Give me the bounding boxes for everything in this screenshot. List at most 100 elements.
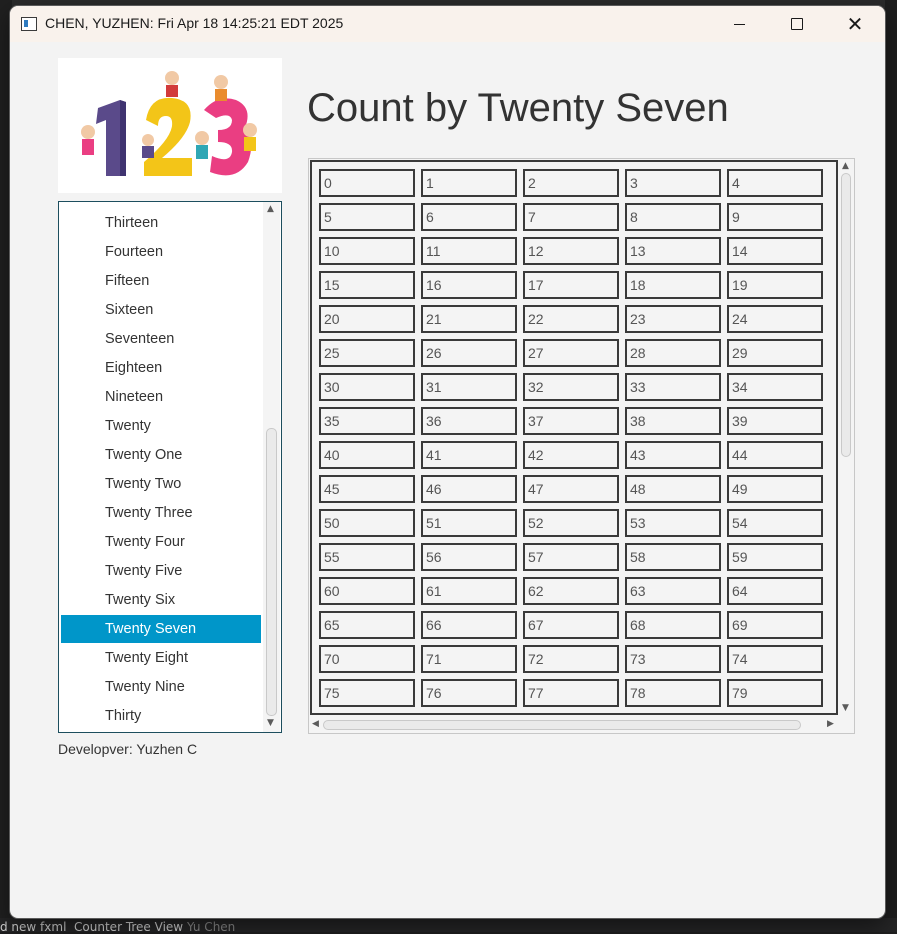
developer-label: Developver: Yuzhen C — [58, 741, 198, 757]
page-title: Count by Twenty Seven — [307, 86, 729, 130]
grid-cell: 7 — [523, 203, 619, 231]
grid-cell: 22 — [523, 305, 619, 333]
grid-cell: 12 — [523, 237, 619, 265]
grid-cell: 70 — [319, 645, 415, 673]
grid-cell: 68 — [625, 611, 721, 639]
grid-cell: 0 — [319, 169, 415, 197]
list-item[interactable]: Nineteen — [61, 383, 261, 411]
grid-cell: 47 — [523, 475, 619, 503]
grid-cell: 56 — [421, 543, 517, 571]
grid-cell: 24 — [727, 305, 823, 333]
scroll-corner — [838, 716, 854, 733]
list-item[interactable]: Sixteen — [61, 296, 261, 324]
list-vertical-scrollbar[interactable]: ▲ ▼ — [263, 202, 280, 732]
grid-cell: 20 — [319, 305, 415, 333]
scroll-right-icon[interactable]: ▶ — [827, 719, 834, 729]
grid-cell: 52 — [523, 509, 619, 537]
scrollbar-thumb[interactable] — [323, 720, 801, 730]
list-item[interactable]: Twenty Four — [61, 528, 261, 556]
grid-cell: 59 — [727, 543, 823, 571]
grid-cell: 74 — [727, 645, 823, 673]
grid-cell: 26 — [421, 339, 517, 367]
grid-cell: 69 — [727, 611, 823, 639]
grid-cell: 6 — [421, 203, 517, 231]
minimize-button[interactable] — [710, 6, 768, 42]
grid-cell: 2 — [523, 169, 619, 197]
list-item[interactable]: Twenty One — [61, 441, 261, 469]
scrollbar-thumb[interactable] — [841, 173, 851, 457]
grid-cell: 41 — [421, 441, 517, 469]
scrollbar-thumb[interactable] — [266, 428, 277, 716]
app-icon — [21, 17, 37, 31]
kids-123-image — [58, 58, 282, 193]
minimize-icon — [733, 23, 745, 25]
grid-cell: 61 — [421, 577, 517, 605]
numbers-illustration — [58, 58, 282, 193]
grid-cell: 45 — [319, 475, 415, 503]
grid-cell: 55 — [319, 543, 415, 571]
list-item[interactable]: Thirteen — [61, 209, 261, 237]
list-item[interactable]: Twenty Three — [61, 499, 261, 527]
scroll-down-icon[interactable]: ▼ — [842, 703, 849, 713]
list-item[interactable]: Twenty Nine — [61, 673, 261, 701]
list-item[interactable]: Twenty — [61, 412, 261, 440]
grid-cell: 53 — [625, 509, 721, 537]
number-grid: 0 1 2 3 4 5 6 7 8 9 10 11 12 13 14 15 16 17 18 19 20 21 22 23 24… — [310, 160, 838, 715]
grid-cell: 40 — [319, 441, 415, 469]
list-item[interactable]: Twenty Six — [61, 586, 261, 614]
scroll-up-icon[interactable]: ▲ — [842, 161, 849, 171]
grid-cell: 64 — [727, 577, 823, 605]
grid-cell: 49 — [727, 475, 823, 503]
grid-cell: 48 — [625, 475, 721, 503]
list-item[interactable]: Thirty — [61, 702, 261, 730]
scroll-up-icon[interactable]: ▲ — [267, 204, 274, 214]
grid-cell: 76 — [421, 679, 517, 707]
grid-cell: 9 — [727, 203, 823, 231]
grid-cell: 29 — [727, 339, 823, 367]
grid-cell: 51 — [421, 509, 517, 537]
grid-cell: 58 — [625, 543, 721, 571]
grid-cell: 32 — [523, 373, 619, 401]
grid-cell: 77 — [523, 679, 619, 707]
scroll-left-icon[interactable]: ◀ — [312, 719, 319, 729]
grid-scroll-pane[interactable]: 0 1 2 3 4 5 6 7 8 9 10 11 12 13 14 15 16 17 18 19 20 21 22 23 24… — [308, 158, 855, 734]
list-item[interactable]: Fourteen — [61, 238, 261, 266]
grid-cell: 10 — [319, 237, 415, 265]
grid-cell: 36 — [421, 407, 517, 435]
grid-cell: 5 — [319, 203, 415, 231]
maximize-button[interactable] — [768, 6, 826, 42]
list-item[interactable]: Seventeen — [61, 325, 261, 353]
list-item[interactable]: Eighteen — [61, 354, 261, 382]
grid-cell: 27 — [523, 339, 619, 367]
grid-cell: 66 — [421, 611, 517, 639]
list-item[interactable]: Twenty Eight — [61, 644, 261, 672]
grid-cell: 21 — [421, 305, 517, 333]
grid-cell: 14 — [727, 237, 823, 265]
grid-cell: 43 — [625, 441, 721, 469]
list-item[interactable]: Fifteen — [61, 267, 261, 295]
app-window: CHEN, YUZHEN: Fri Apr 18 14:25:21 EDT 20… — [10, 6, 885, 918]
grid-cell: 62 — [523, 577, 619, 605]
grid-cell: 34 — [727, 373, 823, 401]
grid-cell: 35 — [319, 407, 415, 435]
close-button[interactable]: ✕ — [826, 6, 884, 42]
grid-horizontal-scrollbar[interactable]: ◀ ▶ — [309, 716, 840, 733]
list-item[interactable]: Twenty Five — [61, 557, 261, 585]
grid-cell: 42 — [523, 441, 619, 469]
scroll-down-icon[interactable]: ▼ — [267, 718, 274, 728]
grid-cell: 38 — [625, 407, 721, 435]
list-item[interactable]: Twenty Seven — [61, 615, 261, 643]
grid-cell: 18 — [625, 271, 721, 299]
list-item[interactable]: Twenty Two — [61, 470, 261, 498]
grid-cell: 50 — [319, 509, 415, 537]
grid-cell-partial — [421, 713, 517, 715]
grid-cell: 79 — [727, 679, 823, 707]
grid-cell: 75 — [319, 679, 415, 707]
grid-vertical-scrollbar[interactable]: ▲ ▼ — [838, 159, 854, 717]
title-bar[interactable]: CHEN, YUZHEN: Fri Apr 18 14:25:21 EDT 20… — [10, 6, 885, 42]
grid-cell: 28 — [625, 339, 721, 367]
grid-cell: 57 — [523, 543, 619, 571]
grid-cell: 73 — [625, 645, 721, 673]
grid-cell-partial — [625, 713, 721, 715]
number-list[interactable]: ▲ ▼ Thirteen Fourteen Fifteen Sixteen Sevent… — [58, 201, 282, 733]
